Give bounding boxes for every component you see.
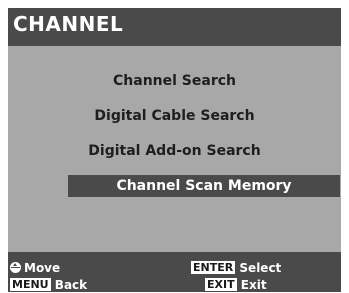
move-icon <box>10 262 21 273</box>
move-label: Move <box>24 261 61 275</box>
menu-key-badge: MENU <box>10 278 51 291</box>
menu-item-channel-search[interactable]: Channel Search <box>8 70 341 92</box>
exit-key-badge: EXIT <box>205 278 237 291</box>
exit-hint: EXIT Exit <box>205 277 267 293</box>
menu-title: CHANNEL <box>13 12 124 36</box>
menu-item-digital-add-on-search[interactable]: Digital Add-on Search <box>8 140 341 162</box>
menu-item-channel-scan-memory-selected[interactable]: Channel Scan Memory <box>68 175 340 197</box>
select-label: Select <box>239 261 282 275</box>
move-hint: Move <box>10 260 60 276</box>
channel-menu-panel: CHANNEL Channel Search Digital Cable Sea… <box>8 8 341 292</box>
footer-help-bar: Move MENU Back ENTER Select EXIT Exit <box>8 252 341 292</box>
select-hint: ENTER Select <box>191 260 281 276</box>
back-label: Back <box>54 278 88 292</box>
enter-key-badge: ENTER <box>191 261 236 274</box>
menu-item-digital-cable-search[interactable]: Digital Cable Search <box>8 105 341 127</box>
title-bar: CHANNEL <box>8 8 341 46</box>
exit-label: Exit <box>240 278 267 292</box>
back-hint: MENU Back <box>10 277 87 293</box>
